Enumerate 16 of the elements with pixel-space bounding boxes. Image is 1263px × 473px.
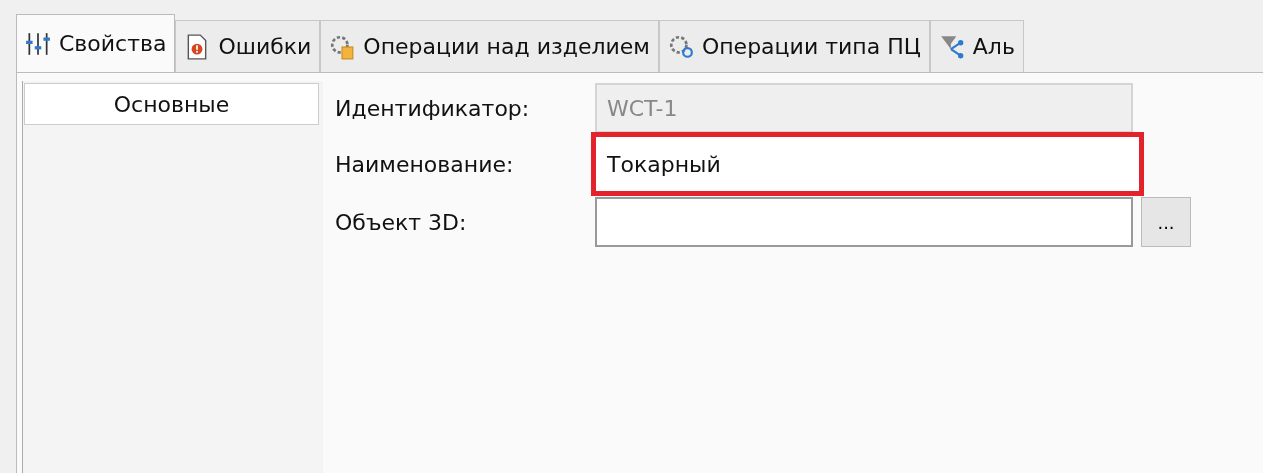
sidebar-item[interactable]: Основные <box>24 83 319 125</box>
gear-document-icon <box>329 33 356 60</box>
tab[interactable]: Ошибки <box>175 20 321 72</box>
field-label: Идентификатор: <box>335 95 531 121</box>
tab[interactable]: Свойства <box>16 14 176 72</box>
input-field[interactable] <box>595 197 1133 247</box>
tab[interactable]: Операции над изделием <box>320 20 659 72</box>
input-field[interactable]: Токарный <box>591 132 1144 196</box>
tab[interactable]: Операции типа ПЦ <box>658 20 930 72</box>
sliders-icon <box>25 30 51 57</box>
gears-icon <box>667 33 694 60</box>
field-label: Наименование: <box>335 151 515 177</box>
tab[interactable]: Аль <box>929 20 1024 72</box>
browse-button[interactable]: ... <box>1141 197 1191 247</box>
field-label: Объект 3D: <box>335 209 468 235</box>
funnel-icon <box>938 33 965 60</box>
